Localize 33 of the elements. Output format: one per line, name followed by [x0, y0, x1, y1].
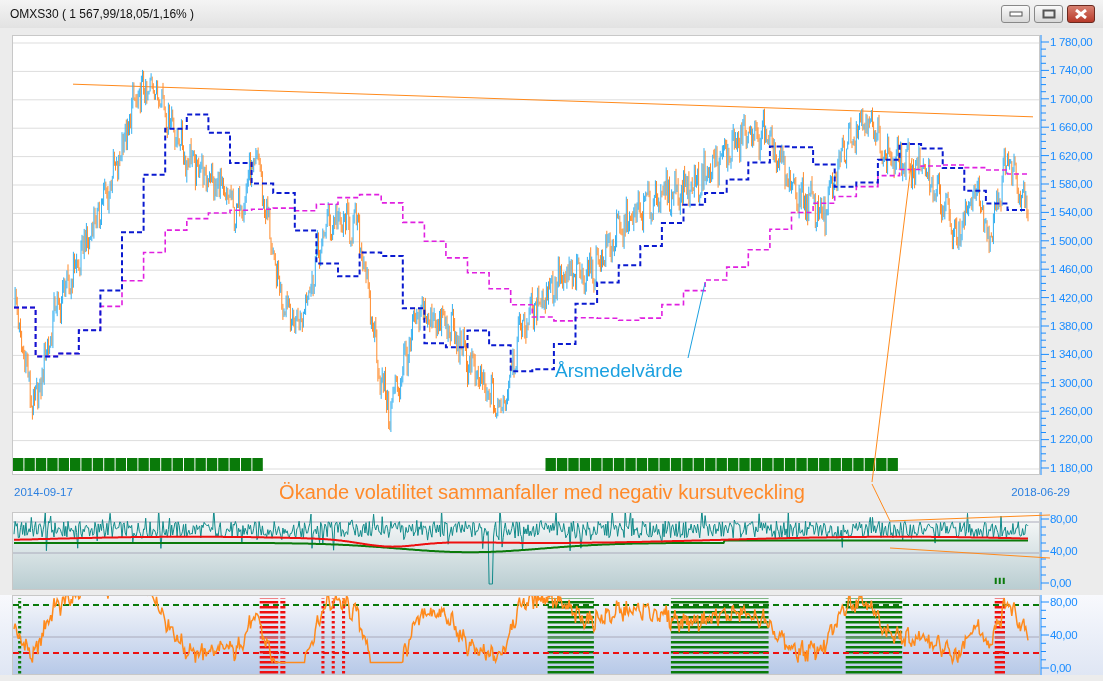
minimize-icon	[1008, 10, 1023, 18]
close-icon	[1074, 9, 1088, 19]
axis-label: 1 740,00	[1050, 63, 1093, 78]
axis-label: 80,00	[1050, 512, 1078, 526]
end-date: 2018-06-29	[1011, 486, 1070, 498]
maximize-button[interactable]	[1034, 5, 1063, 23]
window-title: OMXS30 ( 1 567,99/18,05/1,16% )	[10, 7, 195, 21]
axis-label: 1 780,00	[1050, 35, 1093, 49]
annotation-text: Ökande volatilitet sammanfaller med negativ kursutveckling	[279, 480, 805, 504]
axis-label: 1 260,00	[1050, 404, 1093, 419]
axis-label: 1 580,00	[1050, 176, 1093, 191]
axis-label: 40,00	[1050, 628, 1078, 642]
axis-label: 1 660,00	[1050, 120, 1093, 135]
axis-label: 1 460,00	[1050, 262, 1093, 277]
axis-label: 1 700,00	[1050, 91, 1093, 106]
axis-label: 1 340,00	[1050, 347, 1093, 362]
axis-label: 1 300,00	[1050, 375, 1093, 390]
axis-label: 0,00	[1050, 661, 1073, 675]
axis-label: 1 180,00	[1050, 460, 1093, 475]
axis-label: 1 500,00	[1050, 233, 1093, 248]
axis-label: 1 380,00	[1050, 318, 1093, 333]
axis-label: 1 540,00	[1050, 205, 1093, 220]
maximize-icon	[1041, 9, 1056, 19]
axis-label: 0,00	[1050, 576, 1073, 590]
close-button[interactable]	[1067, 5, 1095, 23]
minimize-button[interactable]	[1001, 5, 1030, 23]
axis-label: 1 220,00	[1050, 432, 1093, 447]
axis-label: 80,00	[1050, 595, 1078, 609]
annotation-text: Årsmedelvärde	[555, 360, 683, 382]
axis-label: 1 420,00	[1050, 290, 1093, 305]
start-date: 2014-09-17	[14, 486, 74, 498]
axis-label: 1 620,00	[1050, 148, 1093, 163]
axis-label: 40,00	[1050, 544, 1078, 558]
